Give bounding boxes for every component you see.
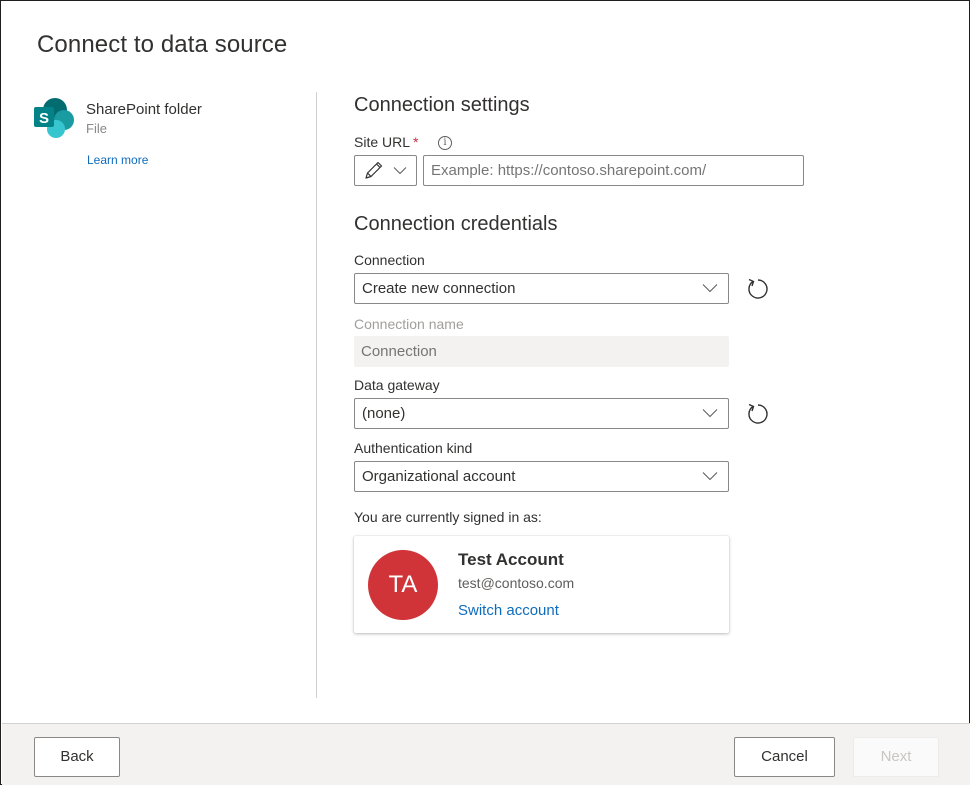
site-url-label-text: Site URL bbox=[354, 134, 411, 150]
site-url-type-picker[interactable] bbox=[354, 155, 417, 186]
refresh-gateway-icon[interactable] bbox=[745, 401, 771, 427]
chevron-down-icon bbox=[702, 472, 718, 481]
connection-credentials-heading: Connection credentials bbox=[354, 213, 558, 235]
sharepoint-logo-icon: S bbox=[34, 98, 74, 138]
account-card: TA Test Account test@contoso.com Switch … bbox=[354, 536, 729, 633]
connection-name-label: Connection name bbox=[354, 316, 464, 332]
signed-in-label: You are currently signed in as: bbox=[354, 509, 542, 525]
data-gateway-selected-value: (none) bbox=[362, 405, 406, 422]
site-url-input[interactable] bbox=[423, 155, 804, 186]
connector-type: File bbox=[86, 121, 107, 136]
chevron-down-icon bbox=[393, 167, 407, 175]
pencil-icon bbox=[365, 161, 383, 179]
next-button[interactable]: Next bbox=[853, 737, 939, 777]
connection-settings-heading: Connection settings bbox=[354, 94, 530, 116]
data-gateway-dropdown[interactable]: (none) bbox=[354, 398, 729, 429]
chevron-down-icon bbox=[702, 284, 718, 293]
learn-more-link[interactable]: Learn more bbox=[87, 153, 148, 167]
connection-name-input[interactable] bbox=[354, 336, 729, 367]
connection-selected-value: Create new connection bbox=[362, 280, 516, 297]
dialog-title: Connect to data source bbox=[37, 31, 288, 58]
back-button[interactable]: Back bbox=[34, 737, 120, 777]
authentication-kind-dropdown[interactable]: Organizational account bbox=[354, 461, 729, 492]
site-url-label: Site URL * bbox=[354, 134, 418, 150]
connection-dropdown[interactable]: Create new connection bbox=[354, 273, 729, 304]
connect-dialog: Connect to data source S SharePoint fold… bbox=[0, 0, 970, 785]
connection-label: Connection bbox=[354, 252, 425, 268]
account-email: test@contoso.com bbox=[458, 575, 575, 591]
authentication-kind-selected-value: Organizational account bbox=[362, 468, 516, 485]
cancel-button[interactable]: Cancel bbox=[734, 737, 835, 777]
data-gateway-label: Data gateway bbox=[354, 377, 440, 393]
info-icon[interactable]: i bbox=[438, 136, 452, 150]
dialog-footer: Back Cancel Next bbox=[2, 723, 970, 785]
panel-divider bbox=[316, 92, 317, 698]
account-name: Test Account bbox=[458, 550, 564, 569]
connector-name: SharePoint folder bbox=[86, 101, 202, 118]
required-marker: * bbox=[413, 134, 419, 150]
refresh-connection-icon[interactable] bbox=[745, 276, 771, 302]
sharepoint-logo-letter: S bbox=[39, 110, 49, 127]
switch-account-link[interactable]: Switch account bbox=[458, 602, 559, 619]
chevron-down-icon bbox=[702, 409, 718, 418]
avatar: TA bbox=[368, 550, 438, 620]
authentication-kind-label: Authentication kind bbox=[354, 440, 473, 456]
